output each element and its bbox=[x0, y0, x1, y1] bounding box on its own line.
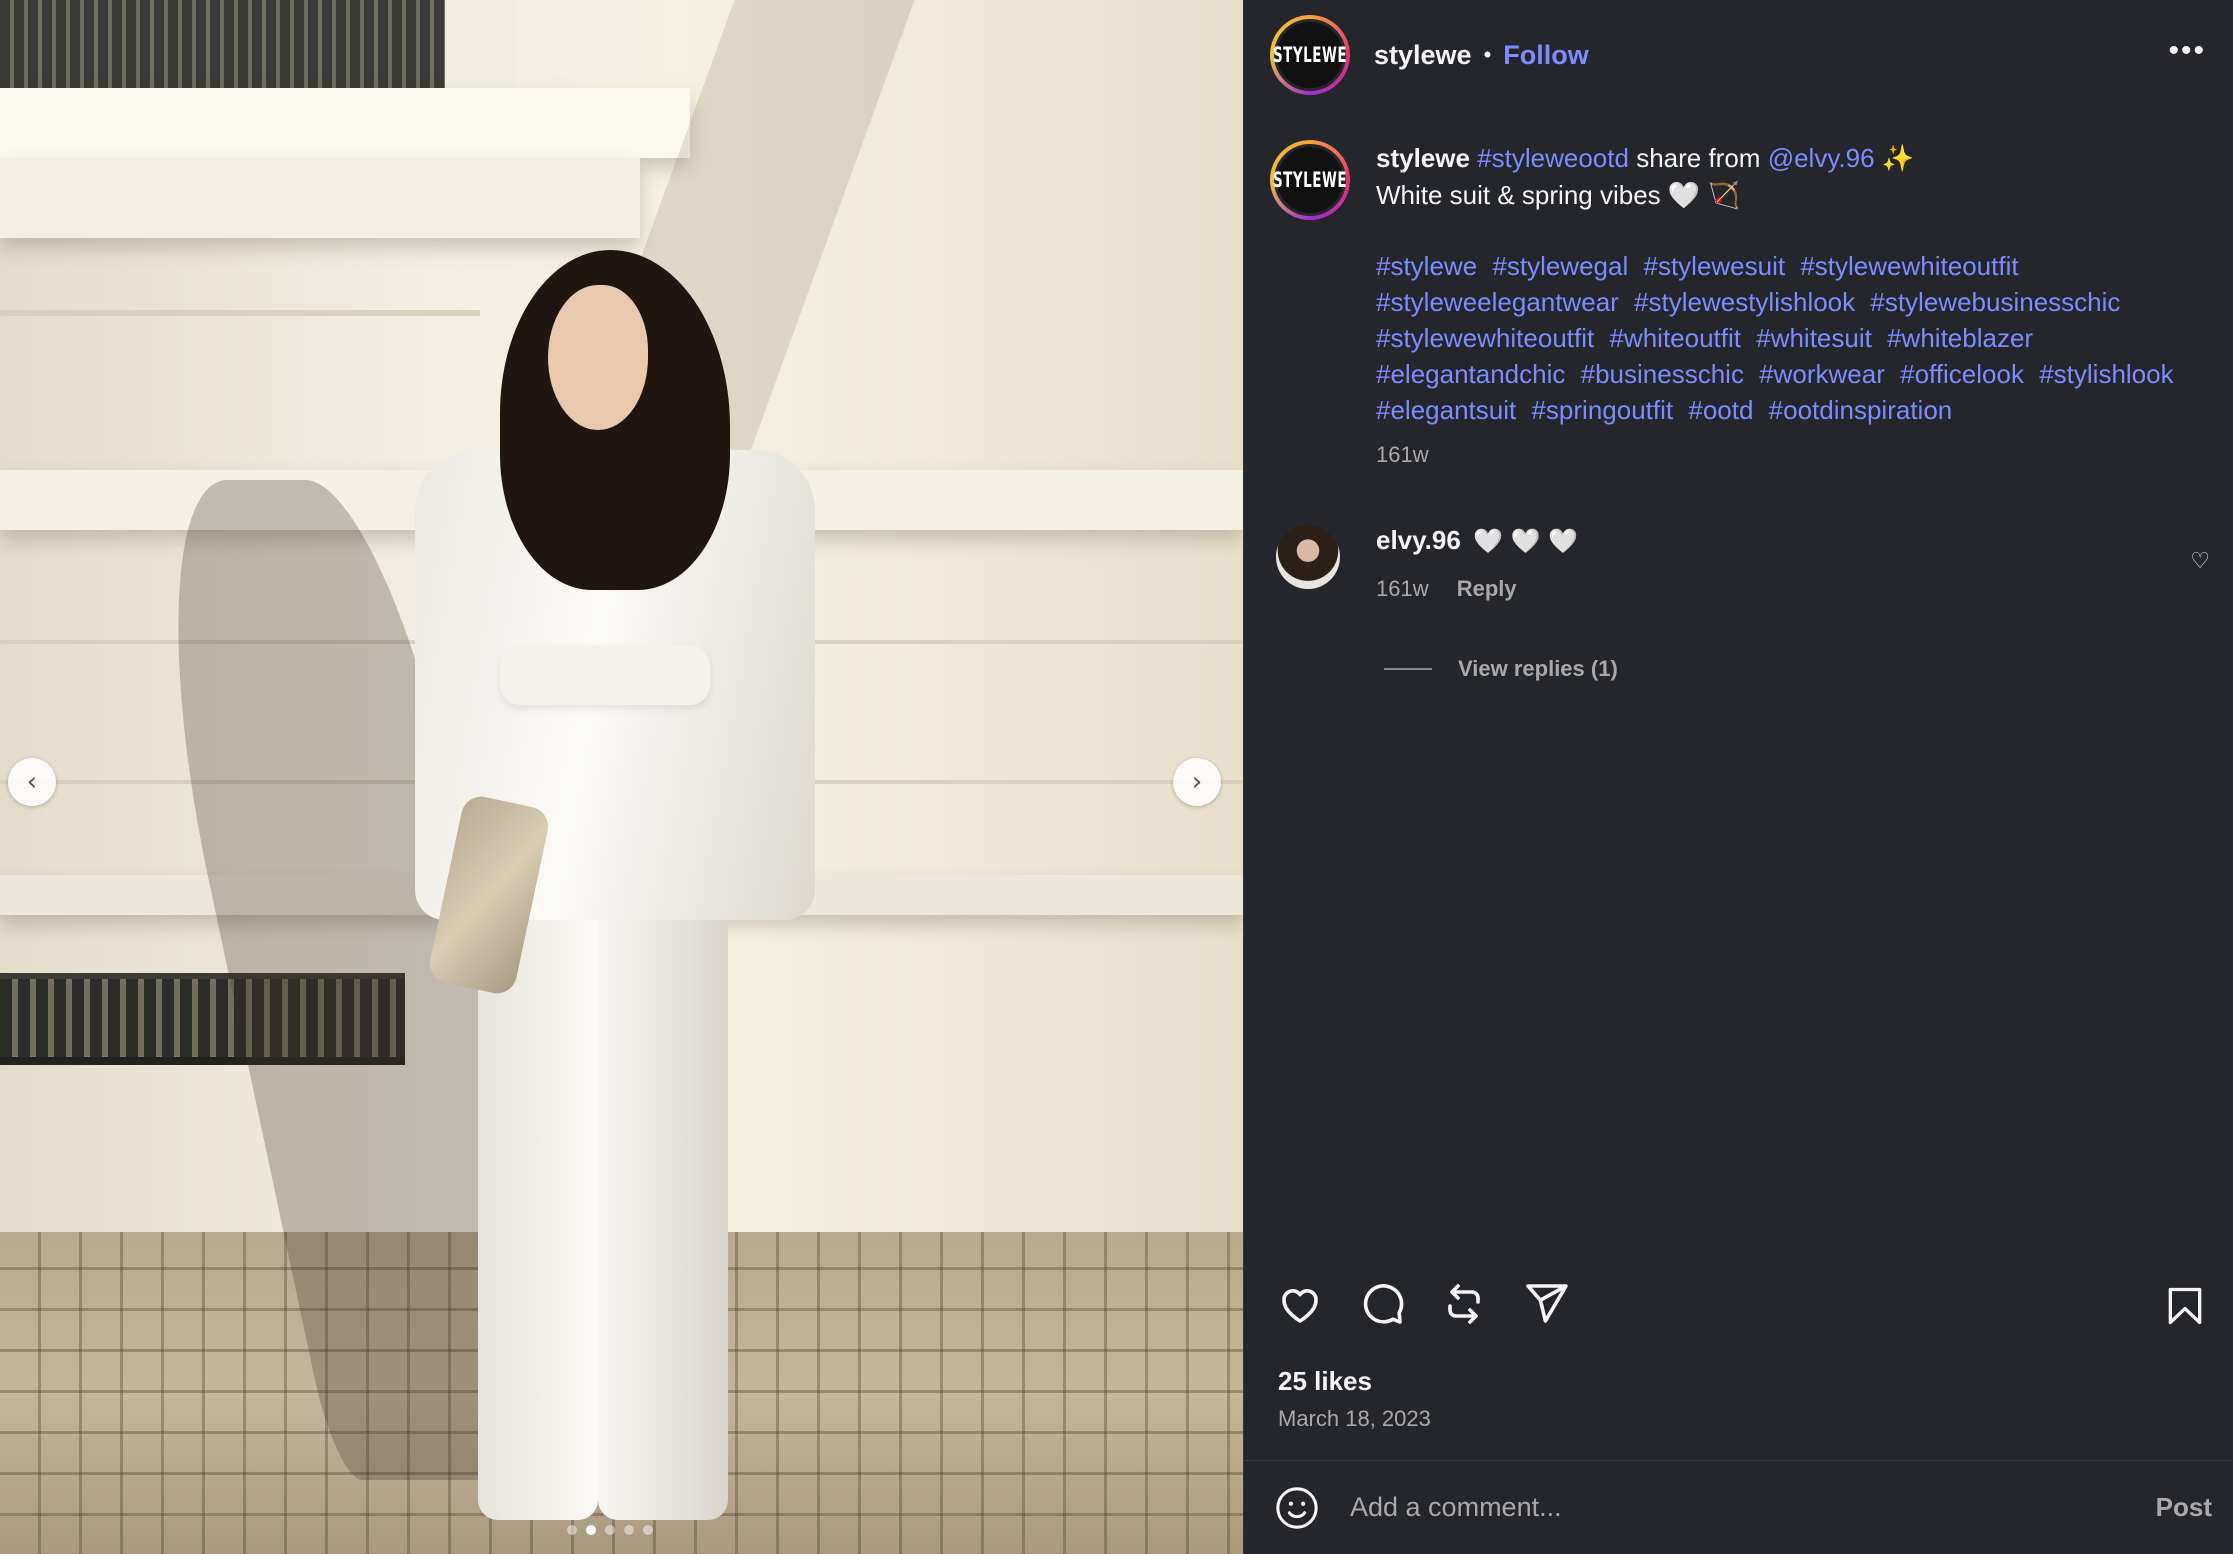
post-actions bbox=[1276, 1280, 1570, 1328]
commenter-avatar[interactable] bbox=[1276, 525, 1340, 589]
hashtag-link[interactable]: #styleweelegantwear bbox=[1376, 287, 1619, 317]
chevron-left-icon: ‹ bbox=[26, 767, 38, 797]
caption-timestamp[interactable]: 161w bbox=[1376, 442, 2196, 468]
commenter-username[interactable]: elvy.96 bbox=[1376, 525, 1461, 555]
emoji-smiley-icon[interactable] bbox=[1274, 1485, 1320, 1531]
hashtag-link[interactable]: #stylewesuit bbox=[1643, 251, 1785, 281]
caption-username[interactable]: stylewe bbox=[1376, 143, 1470, 173]
caption-text: share from bbox=[1636, 143, 1761, 173]
hashtag-link[interactable]: #workwear bbox=[1759, 359, 1885, 389]
hashtag-link[interactable]: #officelook bbox=[1900, 359, 2024, 389]
hashtag-link[interactable]: #ootdinspiration bbox=[1769, 395, 1953, 425]
caption-body: stylewe #styleweootd share from @elvy.96… bbox=[1376, 140, 2196, 468]
comment-timestamp[interactable]: 161w bbox=[1376, 576, 1429, 601]
hashtag-link[interactable]: #whitesuit bbox=[1756, 323, 1872, 353]
like-heart-icon[interactable] bbox=[1276, 1280, 1324, 1328]
hashtag-link[interactable]: #springoutfit bbox=[1531, 395, 1673, 425]
photo-face bbox=[548, 285, 648, 430]
sparkle-emoji: ✨ bbox=[1881, 143, 1915, 173]
comment-like-icon[interactable]: ♡ bbox=[2190, 549, 2210, 574]
carousel-dot[interactable] bbox=[567, 1525, 577, 1535]
carousel-dot-active[interactable] bbox=[586, 1525, 596, 1535]
hashtag-link[interactable]: #whiteoutfit bbox=[1609, 323, 1741, 353]
bookmark-icon[interactable] bbox=[2163, 1282, 2207, 1330]
carousel-dot[interactable] bbox=[643, 1525, 653, 1535]
comment-input[interactable] bbox=[1350, 1477, 2110, 1538]
post-photo[interactable]: ‹ › bbox=[0, 0, 1243, 1554]
caption-hashtag[interactable]: #styleweootd bbox=[1477, 143, 1629, 173]
hashtag-link[interactable]: #stylewebusinesschic bbox=[1870, 287, 2120, 317]
author-avatar[interactable]: STYLEWE bbox=[1270, 15, 1350, 95]
caption-author-avatar[interactable]: STYLEWE bbox=[1270, 140, 1350, 220]
comment-bubble-icon[interactable] bbox=[1358, 1280, 1406, 1328]
hashtag-link[interactable]: #elegantsuit bbox=[1376, 395, 1516, 425]
comment-meta: 161w Reply bbox=[1376, 576, 1578, 602]
hashtag-link[interactable]: #stylewewhiteoutfit bbox=[1800, 251, 2018, 281]
hashtag-link[interactable]: #stylewegal bbox=[1492, 251, 1628, 281]
post-side-panel: STYLEWE stylewe • Follow ••• STYLEWE sty… bbox=[1243, 0, 2233, 1554]
avatar-logo-text: STYLEWE bbox=[1272, 42, 1348, 68]
hashtag-link[interactable]: #elegantandchic bbox=[1376, 359, 1565, 389]
repost-icon[interactable] bbox=[1440, 1280, 1488, 1328]
carousel-indicator bbox=[567, 1525, 653, 1535]
divider-line bbox=[1384, 668, 1432, 670]
carousel-prev-button[interactable]: ‹ bbox=[8, 758, 56, 806]
chevron-right-icon: › bbox=[1191, 767, 1203, 797]
author-username[interactable]: stylewe bbox=[1374, 40, 1472, 71]
caption-hashtags: #stylewe #stylewegal #stylewesuit #style… bbox=[1376, 248, 2196, 428]
hashtag-link[interactable]: #ootd bbox=[1688, 395, 1753, 425]
hashtag-link[interactable]: #businesschic bbox=[1581, 359, 1744, 389]
view-replies-label: View replies (1) bbox=[1458, 656, 1618, 681]
view-replies-button[interactable]: View replies (1) bbox=[1384, 656, 1618, 682]
photo-trouser-right bbox=[598, 880, 728, 1520]
post-comment-button[interactable]: Post bbox=[2156, 1492, 2212, 1523]
photo-belt bbox=[500, 645, 710, 705]
caption-mention[interactable]: @elvy.96 bbox=[1768, 143, 1875, 173]
comment-composer: Post bbox=[1244, 1461, 2233, 1554]
more-options-icon[interactable]: ••• bbox=[2168, 34, 2206, 68]
share-send-icon[interactable] bbox=[1522, 1280, 1570, 1328]
photo-window-frame bbox=[445, 0, 515, 88]
carousel-dot[interactable] bbox=[624, 1525, 634, 1535]
hashtag-link[interactable]: #stylishlook bbox=[2039, 359, 2173, 389]
caption-line-2: White suit & spring vibes 🤍 🏹 bbox=[1376, 180, 1740, 210]
hashtag-link[interactable]: #whiteblazer bbox=[1887, 323, 2033, 353]
likes-count[interactable]: 25 likes bbox=[1278, 1366, 1372, 1397]
comment-body: elvy.96 🤍 🤍 🤍 161w Reply bbox=[1376, 525, 1578, 602]
post-date: March 18, 2023 bbox=[1278, 1406, 1431, 1431]
avatar-logo: STYLEWE bbox=[1272, 144, 1348, 216]
photo-ledge-second bbox=[0, 158, 640, 238]
avatar-logo-text: STYLEWE bbox=[1272, 167, 1348, 193]
photo-window-grille bbox=[0, 0, 445, 88]
avatar-logo: STYLEWE bbox=[1272, 19, 1348, 91]
hashtag-link[interactable]: #stylewewhiteoutfit bbox=[1376, 323, 1594, 353]
hashtag-link[interactable]: #stylewestylishlook bbox=[1634, 287, 1855, 317]
comment-line: elvy.96 🤍 🤍 🤍 bbox=[1376, 525, 1578, 556]
hashtag-link[interactable]: #stylewe bbox=[1376, 251, 1477, 281]
carousel-dot[interactable] bbox=[605, 1525, 615, 1535]
comment-item: elvy.96 🤍 🤍 🤍 161w Reply ♡ bbox=[1270, 525, 2210, 602]
reply-button[interactable]: Reply bbox=[1457, 576, 1517, 601]
carousel-next-button[interactable]: › bbox=[1173, 758, 1221, 806]
comment-text: 🤍 🤍 🤍 bbox=[1473, 527, 1579, 555]
post-viewer: ‹ › STYLEWE stylewe • Follow ••• STYLEWE… bbox=[0, 0, 2233, 1554]
follow-button[interactable]: Follow bbox=[1503, 40, 1588, 71]
photo-line bbox=[0, 310, 480, 316]
separator-dot: • bbox=[1483, 42, 1492, 67]
post-caption: STYLEWE stylewe #styleweootd share from … bbox=[1270, 140, 2210, 468]
post-header: STYLEWE stylewe • Follow ••• bbox=[1244, 0, 2233, 110]
caption-line-1: stylewe #styleweootd share from @elvy.96… bbox=[1376, 140, 2196, 177]
photo-ledge-top bbox=[0, 88, 690, 158]
